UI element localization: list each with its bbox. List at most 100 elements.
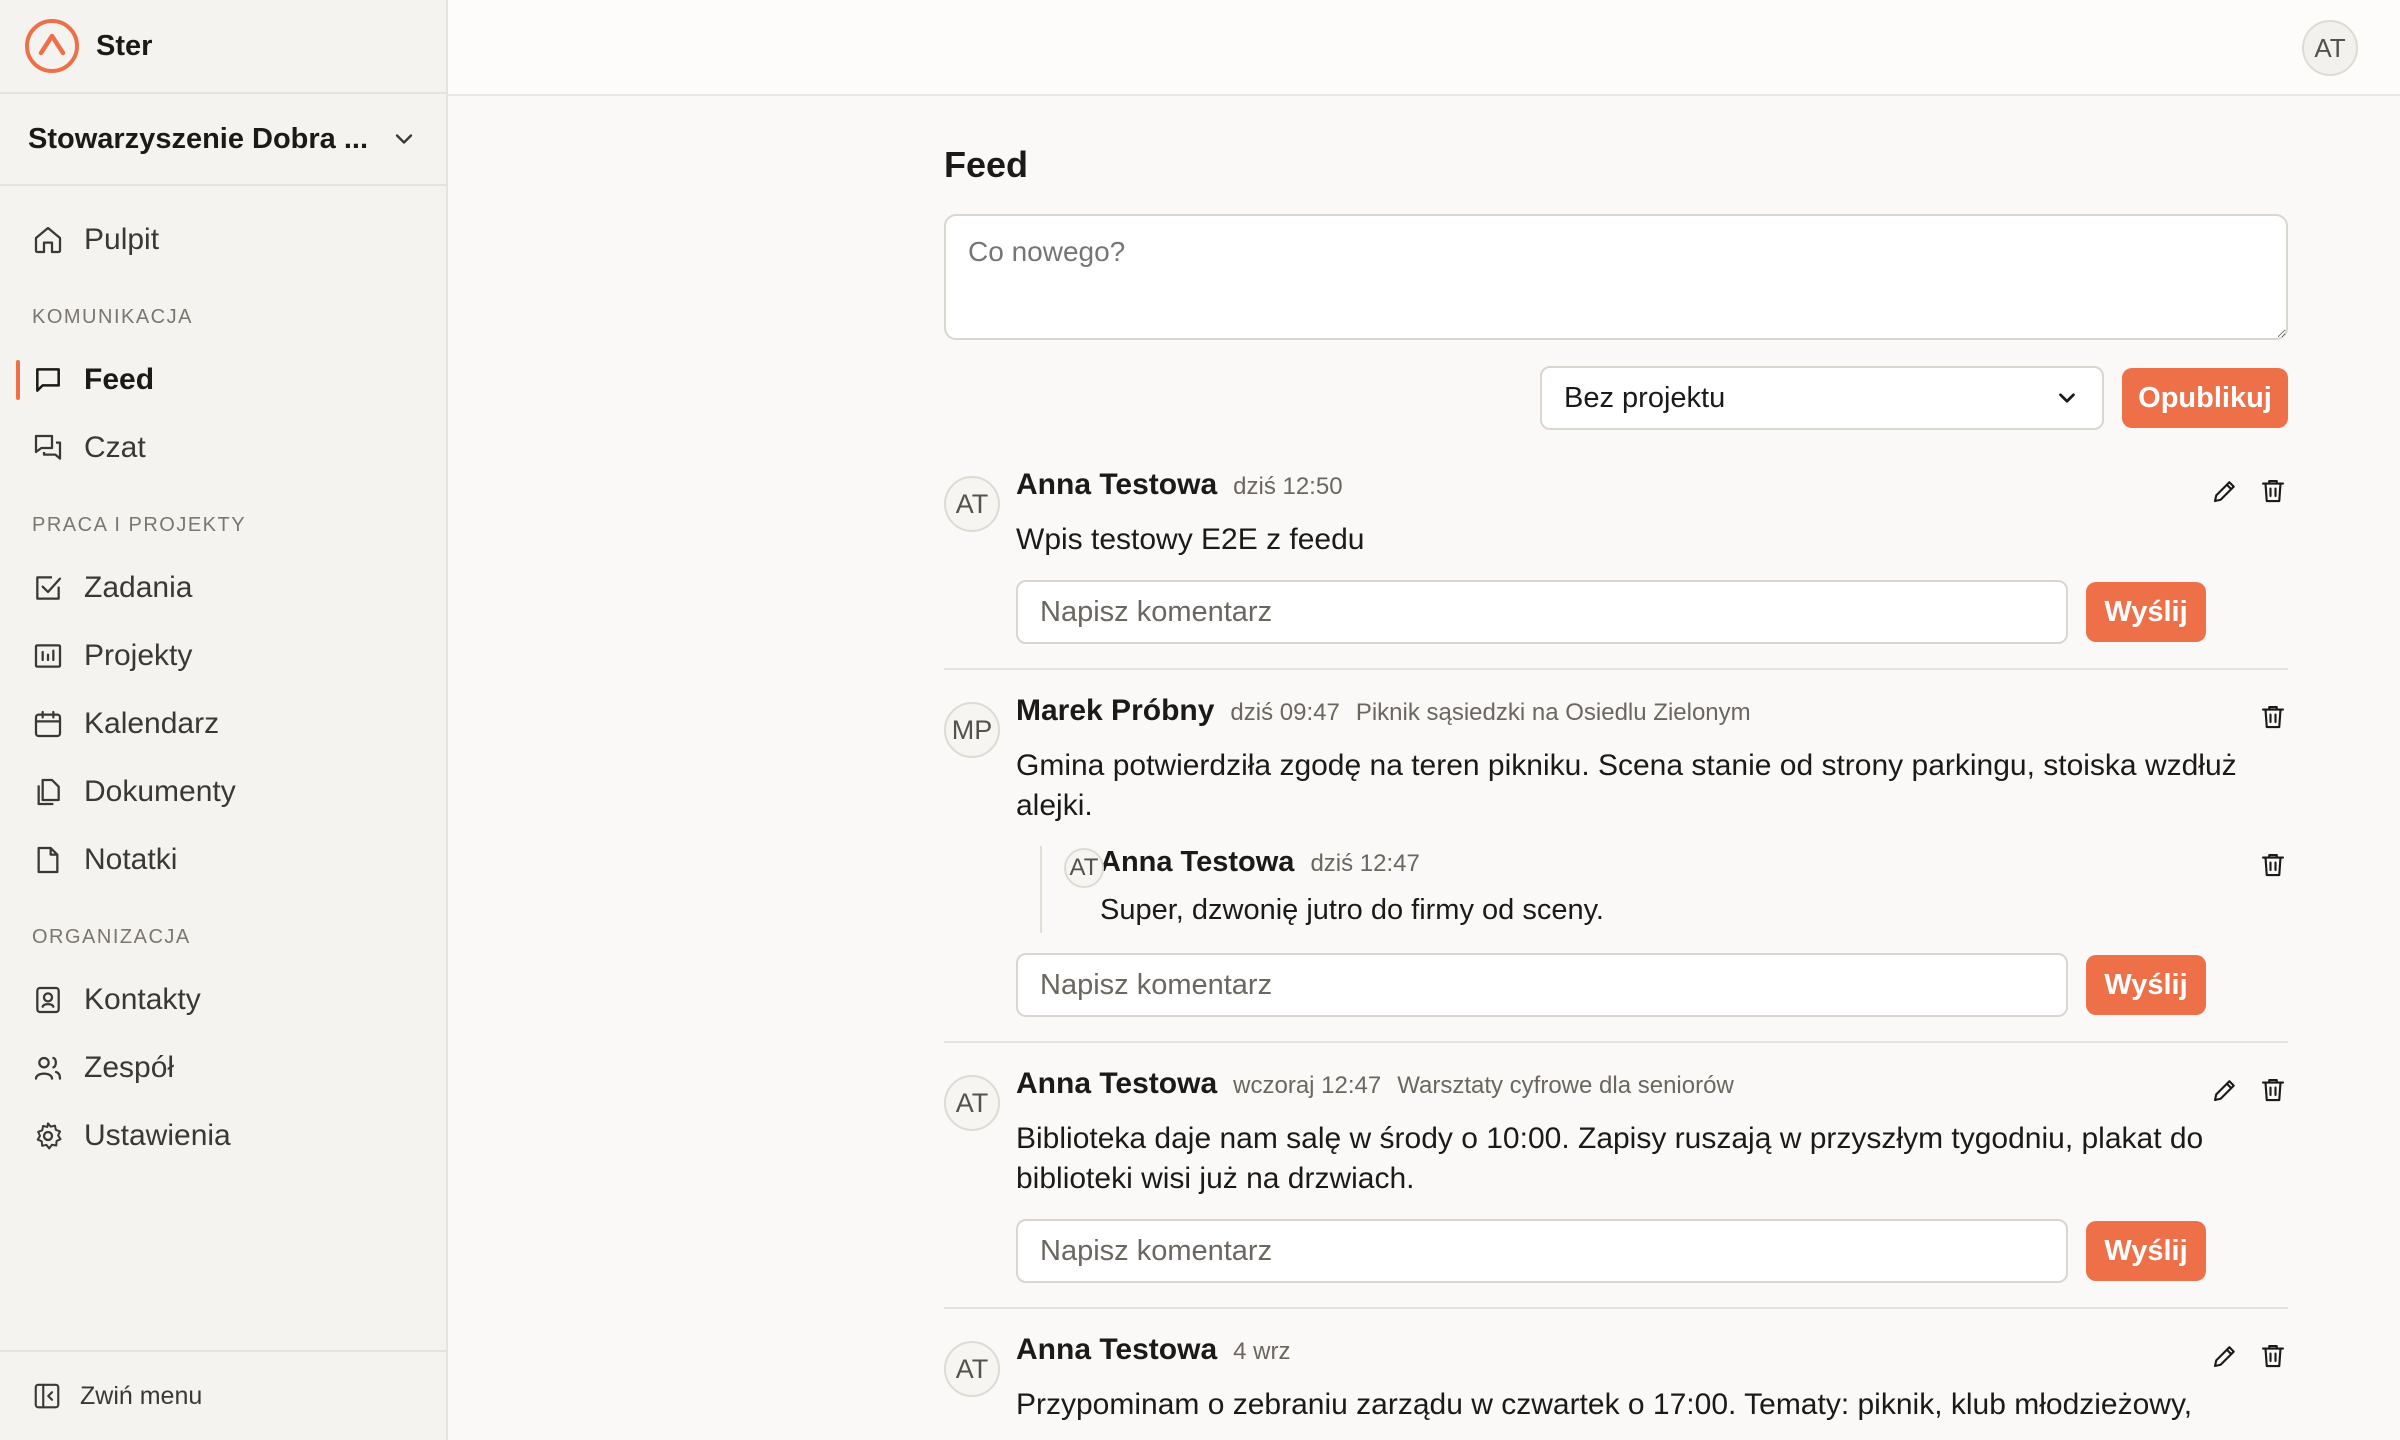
org-switcher[interactable]: Stowarzyszenie Dobra ... — [0, 94, 446, 186]
send-comment-button[interactable]: Wyślij — [2086, 1221, 2206, 1281]
note-icon — [37, 846, 59, 874]
nav-label: Kontakty — [84, 983, 201, 1016]
contact-card-icon — [36, 986, 60, 1014]
post-author: Marek Próbny — [1016, 694, 1215, 727]
composer-actions: Bez projektu Opublikuj — [944, 366, 2288, 430]
post-item: AT Anna Testowa dziś 12:50 Wpis testowy … — [944, 468, 2288, 670]
publish-button[interactable]: Opublikuj — [2122, 368, 2288, 428]
chevron-down-icon — [395, 134, 413, 144]
nav-label: Zespół — [84, 1051, 175, 1084]
edit-pencil-icon[interactable] — [2210, 1341, 2240, 1371]
comment-actions — [2258, 850, 2288, 880]
ster-logo-icon — [25, 19, 79, 73]
comment-body: Super, dzwonię jutro do firmy od sceny. — [1100, 894, 1604, 926]
documents-icon — [37, 778, 60, 806]
app-name: Ster — [96, 29, 153, 62]
nav-item-dokumenty[interactable]: Dokumenty — [0, 758, 446, 826]
post-actions — [2210, 1075, 2288, 1105]
comment-header: Anna Testowa dziś 12:47 — [1100, 846, 2288, 890]
post-item: AT Anna Testowa wczoraj 12:47 Warsztaty … — [944, 1067, 2288, 1309]
nav-label: Projekty — [84, 639, 193, 672]
nav-item-czat[interactable]: Czat — [0, 414, 446, 482]
nav-item-zadania[interactable]: Zadania — [0, 554, 446, 622]
nav-item-kontakty[interactable]: Kontakty — [0, 966, 446, 1034]
trash-icon[interactable] — [2258, 702, 2288, 732]
nav-label: Dokumenty — [84, 775, 236, 808]
post-project[interactable]: Piknik sąsiedzki na Osiedlu Zielonym — [1356, 699, 1751, 727]
checkbox-icon — [36, 576, 62, 600]
nav-label: Feed — [84, 363, 155, 396]
post-body: Biblioteka daje nam salę w środy o 10:00… — [1016, 1122, 2204, 1195]
trash-icon[interactable] — [2258, 1075, 2288, 1105]
avatar: AT — [944, 1341, 1000, 1397]
post-item: AT Anna Testowa 4 wrz Przypominam o zebr… — [944, 1333, 2288, 1440]
avatar: MP — [944, 702, 1000, 758]
section-label-komunikacja: KOMUNIKACJA — [32, 305, 193, 328]
nav-label: Zadania — [84, 571, 193, 604]
trash-icon[interactable] — [2258, 1341, 2288, 1371]
comment-input[interactable]: Napisz komentarz — [1016, 1219, 2068, 1283]
edit-pencil-icon[interactable] — [2210, 1075, 2240, 1105]
nav-label: Ustawienia — [84, 1119, 231, 1152]
post-actions — [2210, 1341, 2288, 1371]
chevron-down-icon — [2059, 393, 2075, 403]
org-name: Stowarzyszenie Dobra ... — [28, 122, 369, 155]
avatar: AT — [944, 476, 1000, 532]
nav-item-zespol[interactable]: Zespół — [0, 1034, 446, 1102]
collapse-menu-button[interactable]: Zwiń menu — [0, 1350, 446, 1440]
trash-icon[interactable] — [2258, 476, 2288, 506]
post-author: Anna Testowa — [1016, 1333, 1218, 1366]
post-body: Przypominam o zebraniu zarządu w czwarte… — [1016, 1388, 2193, 1421]
calendar-icon — [34, 710, 62, 738]
topbar — [448, 0, 2400, 96]
send-comment-button[interactable]: Wyślij — [2086, 582, 2206, 642]
nav-item-projekty[interactable]: Projekty — [0, 622, 446, 690]
post-body: Wpis testowy E2E z feedu — [1016, 523, 1365, 556]
post-header: Anna Testowa wczoraj 12:47 Warsztaty cyf… — [1016, 1067, 2288, 1111]
post-author: Anna Testowa — [1016, 468, 1218, 501]
avatar: AT — [944, 1075, 1000, 1131]
send-comment-button[interactable]: Wyślij — [2086, 955, 2206, 1015]
nav-item-feed[interactable]: Feed — [0, 346, 446, 414]
comment-input[interactable]: Napisz komentarz — [1016, 580, 2068, 644]
nav-item-ustawienia[interactable]: Ustawienia — [0, 1102, 446, 1170]
nav-label: Czat — [84, 431, 146, 464]
brand[interactable]: Ster — [0, 0, 446, 94]
post-list: AT Anna Testowa dziś 12:50 Wpis testowy … — [944, 468, 2288, 1440]
nav-item-pulpit[interactable]: Pulpit — [0, 206, 446, 274]
project-select[interactable]: Bez projektu — [1540, 366, 2104, 430]
comment-row: Napisz komentarz Wyślij — [1016, 953, 2288, 1017]
sidebar-collapse-icon — [34, 1383, 60, 1409]
message-square-icon — [36, 368, 60, 392]
edit-pencil-icon[interactable] — [2210, 476, 2240, 506]
collapse-label: Zwiń menu — [80, 1381, 203, 1410]
main-nav: Pulpit KOMUNIKACJA Feed Czat PRACA I PRO… — [0, 186, 446, 1440]
nav-item-kalendarz[interactable]: Kalendarz — [0, 690, 446, 758]
post-time: dziś 12:50 — [1233, 473, 1343, 500]
chat-bubbles-icon — [34, 434, 62, 460]
post-header: Anna Testowa dziś 12:50 — [1016, 468, 2288, 512]
user-avatar[interactable]: AT — [2302, 20, 2358, 76]
nav-label: Kalendarz — [84, 707, 220, 740]
nav-label: Notatki — [84, 843, 178, 876]
section-label-praca: PRACA I PROJEKTY — [32, 513, 247, 536]
post-actions — [2258, 702, 2288, 732]
nav-item-notatki[interactable]: Notatki — [0, 826, 446, 894]
project-select-value: Bez projektu — [1564, 381, 1726, 414]
gear-icon — [36, 1122, 62, 1150]
post-body: Gmina potwierdziła zgodę na teren piknik… — [1016, 749, 2237, 822]
sidebar: Ster Stowarzyszenie Dobra ... Pulpit KOM… — [0, 0, 448, 1440]
post-time: dziś 09:47 — [1230, 699, 1340, 726]
comment-item: AT Anna Testowa dziś 12:47 Super, dzwoni… — [1040, 846, 2288, 933]
page-title: Feed — [944, 144, 1029, 185]
users-icon — [34, 1056, 62, 1080]
post-actions — [2210, 476, 2288, 506]
post-time: 4 wrz — [1233, 1338, 1291, 1365]
comment-row: Napisz komentarz Wyślij — [1016, 580, 2288, 644]
post-project[interactable]: Warsztaty cyfrowe dla seniorów — [1397, 1072, 1734, 1100]
trash-icon[interactable] — [2258, 850, 2288, 880]
comment-time: dziś 12:47 — [1310, 850, 1420, 877]
post-composer-input[interactable] — [944, 214, 2288, 340]
avatar: AT — [1064, 848, 1104, 888]
comment-input[interactable]: Napisz komentarz — [1016, 953, 2068, 1017]
